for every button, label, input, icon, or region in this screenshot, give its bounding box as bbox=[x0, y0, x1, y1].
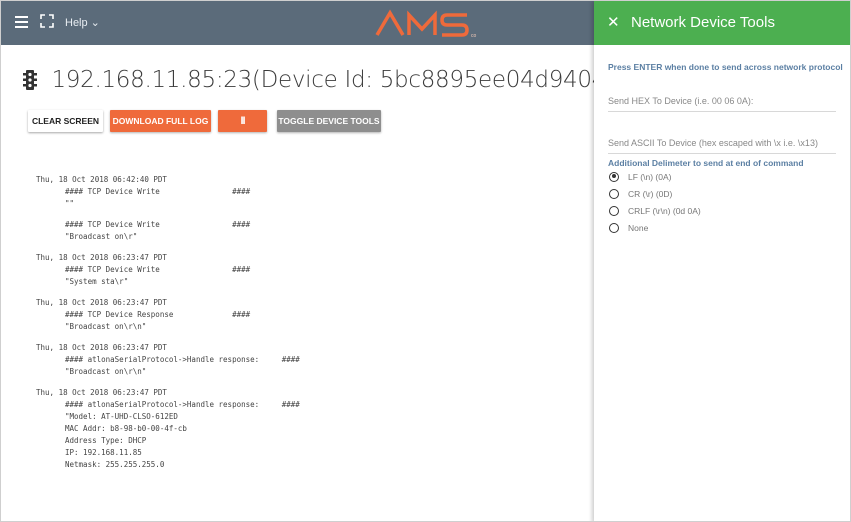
network-device-tools-panel: ✕ Network Device Tools Press ENTER when … bbox=[594, 1, 850, 521]
radio-button-icon[interactable] bbox=[609, 222, 619, 233]
log-line: "" bbox=[65, 199, 75, 208]
delimiter-radio[interactable]: LF (\n) (0A) bbox=[609, 170, 671, 182]
hamburger-menu-icon[interactable] bbox=[15, 16, 28, 28]
ams-logo: co bbox=[375, 9, 477, 39]
log-timestamp: Thu, 18 Oct 2018 06:23:47 PDT bbox=[36, 388, 167, 397]
log-line: #### atlonaSerialProtocol->Handle respon… bbox=[65, 400, 300, 409]
panel-title: Network Device Tools bbox=[631, 14, 775, 31]
clear-screen-button[interactable]: CLEAR SCREEN bbox=[28, 110, 103, 132]
svg-text:co: co bbox=[471, 33, 477, 39]
log-timestamp: Thu, 18 Oct 2018 06:23:47 PDT bbox=[36, 343, 167, 352]
delimiter-label: Additional Delimeter to send at end of c… bbox=[608, 158, 804, 168]
send-ascii-input[interactable]: Send ASCII To Device (hex escaped with \… bbox=[608, 138, 836, 154]
delimiter-radio-label: None bbox=[628, 222, 649, 233]
log-line: Address Type: DHCP bbox=[65, 436, 147, 445]
delimiter-radio-label: CRLF (\r\n) (0d 0A) bbox=[628, 205, 701, 216]
toggle-device-tools-button[interactable]: TOGGLE DEVICE TOOLS bbox=[277, 110, 381, 132]
log-entry: Thu, 18 Oct 2018 06:23:47 PDT #### atlona… bbox=[23, 342, 595, 378]
log-entry: #### TCP Device Write #### "Broadcast on\… bbox=[23, 219, 595, 243]
help-label: Help bbox=[65, 17, 88, 29]
panel-header: ✕ Network Device Tools bbox=[594, 1, 850, 45]
log-line: #### TCP Device Response #### bbox=[65, 310, 251, 319]
delimiter-radio[interactable]: CR (\r) (0D) bbox=[609, 187, 672, 199]
enter-hint: Press ENTER when done to send across net… bbox=[608, 62, 843, 72]
log-entry: Thu, 18 Oct 2018 06:23:47 PDT #### TCP De… bbox=[23, 297, 595, 333]
log-line: #### TCP Device Write #### bbox=[65, 265, 251, 274]
log-line: #### atlonaSerialProtocol->Handle respon… bbox=[65, 355, 300, 364]
log-entry: Thu, 18 Oct 2018 06:23:47 PDT #### atlona… bbox=[23, 387, 595, 471]
radio-button-icon[interactable] bbox=[609, 171, 619, 182]
send-hex-input[interactable]: Send HEX To Device (i.e. 00 06 0A): bbox=[608, 96, 836, 112]
log-timestamp: Thu, 18 Oct 2018 06:23:47 PDT bbox=[36, 298, 167, 307]
log-entry: Thu, 18 Oct 2018 06:42:40 PDT #### TCP De… bbox=[23, 174, 595, 210]
log-line: "Broadcast on\r\n" bbox=[65, 322, 147, 331]
fullscreen-icon[interactable] bbox=[40, 14, 54, 28]
delimiter-radio-label: CR (\r) (0D) bbox=[628, 188, 673, 199]
pause-button[interactable]: II bbox=[218, 110, 267, 132]
log-line: #### TCP Device Write #### bbox=[65, 187, 251, 196]
delimiter-radio-label: LF (\n) (0A) bbox=[628, 171, 672, 182]
radio-button-icon[interactable] bbox=[609, 205, 619, 216]
log-timestamp: Thu, 18 Oct 2018 06:42:40 PDT bbox=[36, 175, 167, 184]
log-line: "Broadcast on\r\n" bbox=[65, 367, 147, 376]
chevron-down-icon: ⌄ bbox=[87, 17, 100, 29]
traffic-light-icon bbox=[23, 70, 37, 90]
log-line: "Broadcast on\r" bbox=[65, 232, 138, 241]
close-icon[interactable]: ✕ bbox=[607, 15, 620, 30]
download-full-log-button[interactable]: DOWNLOAD FULL LOG bbox=[110, 110, 211, 132]
log-line: "Model: AT-UHD-CLSO-612ED bbox=[65, 412, 178, 421]
log-line: #### TCP Device Write #### bbox=[65, 220, 251, 229]
log-line: Netmask: 255.255.255.0 bbox=[65, 460, 165, 469]
app-window: Help ⌄ co 192.168.11.85:23(Device Id: 5b… bbox=[0, 0, 851, 522]
log-output[interactable]: Thu, 18 Oct 2018 06:42:40 PDT #### TCP De… bbox=[23, 142, 595, 521]
top-bar: Help ⌄ co bbox=[1, 1, 594, 45]
log-line: IP: 192.168.11.85 bbox=[65, 448, 142, 457]
delimiter-radio[interactable]: CRLF (\r\n) (0d 0A) bbox=[609, 204, 701, 216]
log-line: "System sta\r" bbox=[65, 277, 129, 286]
radio-button-icon[interactable] bbox=[609, 188, 619, 199]
help-menu[interactable]: Help ⌄ bbox=[65, 16, 100, 29]
delimiter-radio[interactable]: None bbox=[609, 221, 648, 233]
log-entry: Thu, 18 Oct 2018 06:23:47 PDT #### TCP De… bbox=[23, 252, 595, 288]
log-line: MAC Addr: b8-98-b0-00-4f-cb bbox=[65, 424, 187, 433]
log-timestamp: Thu, 18 Oct 2018 06:23:47 PDT bbox=[36, 253, 167, 262]
